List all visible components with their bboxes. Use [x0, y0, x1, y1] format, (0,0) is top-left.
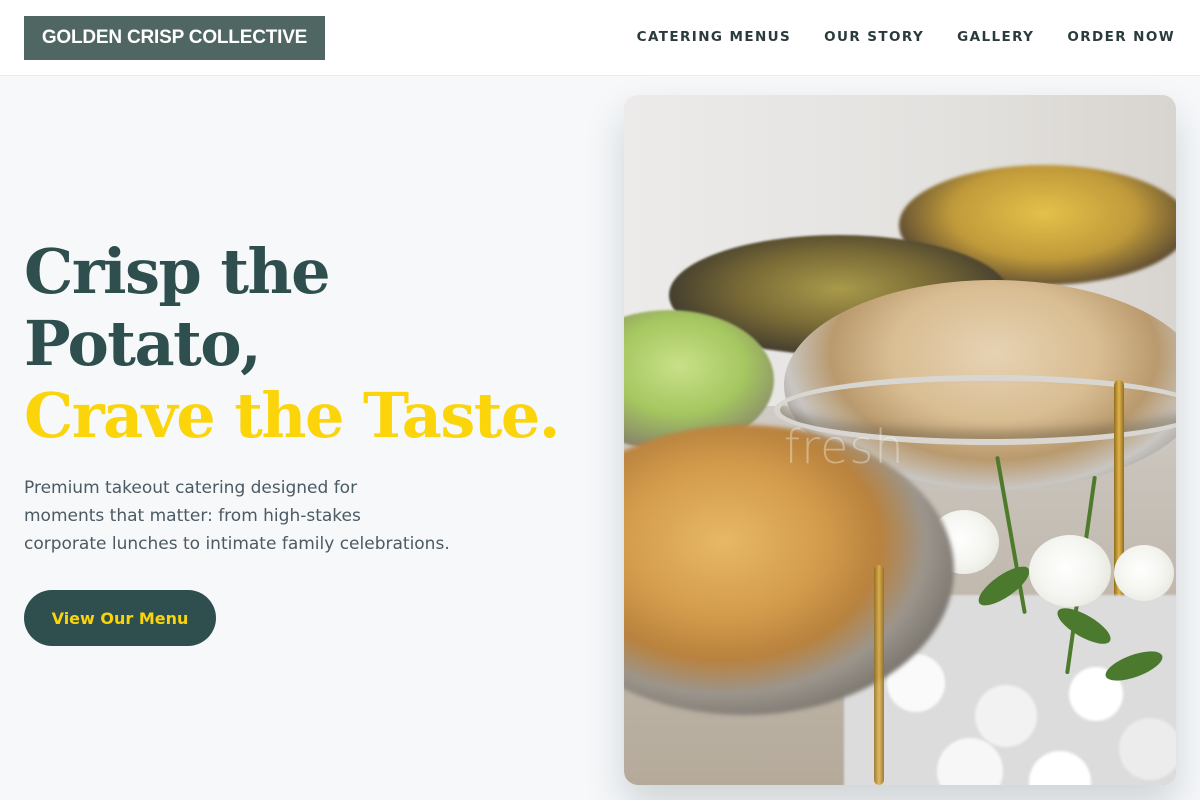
hero-title-line-2: Potato, [24, 307, 262, 380]
photo-white-flower [1029, 535, 1111, 607]
photo-watermark: fresh [784, 420, 905, 474]
hero-title-line-1: Crisp the [24, 235, 331, 308]
hero-title: Crisp the Potato, Crave the Taste. [24, 235, 560, 452]
photo-chafer-leg [874, 565, 884, 785]
view-menu-button[interactable]: View Our Menu [24, 590, 216, 646]
nav-order-now[interactable]: ORDER NOW [1067, 27, 1175, 47]
hero-subtitle-line-2: moments that matter: from high-stakes [24, 506, 361, 526]
brand-logo[interactable]: GOLDEN CRISP COLLECTIVE [24, 16, 325, 60]
catering-buffet-photo: fresh [624, 95, 1176, 785]
nav-gallery[interactable]: GALLERY [957, 27, 1034, 47]
photo-white-flower [1114, 545, 1174, 601]
hero-title-accent: Crave the Taste. [24, 379, 560, 452]
hero-subtitle: Premium takeout catering designed for mo… [24, 474, 494, 558]
hero-subtitle-line-1: Premium takeout catering designed for [24, 478, 358, 498]
hero-subtitle-line-3: corporate lunches to intimate family cel… [24, 534, 450, 554]
nav-our-story[interactable]: OUR STORY [824, 27, 924, 47]
nav-catering-menus[interactable]: CATERING MENUS [637, 27, 791, 47]
main-nav: CATERING MENUS OUR STORY GALLERY ORDER N… [637, 27, 1175, 47]
site-header: GOLDEN CRISP COLLECTIVE CATERING MENUS O… [0, 0, 1200, 76]
